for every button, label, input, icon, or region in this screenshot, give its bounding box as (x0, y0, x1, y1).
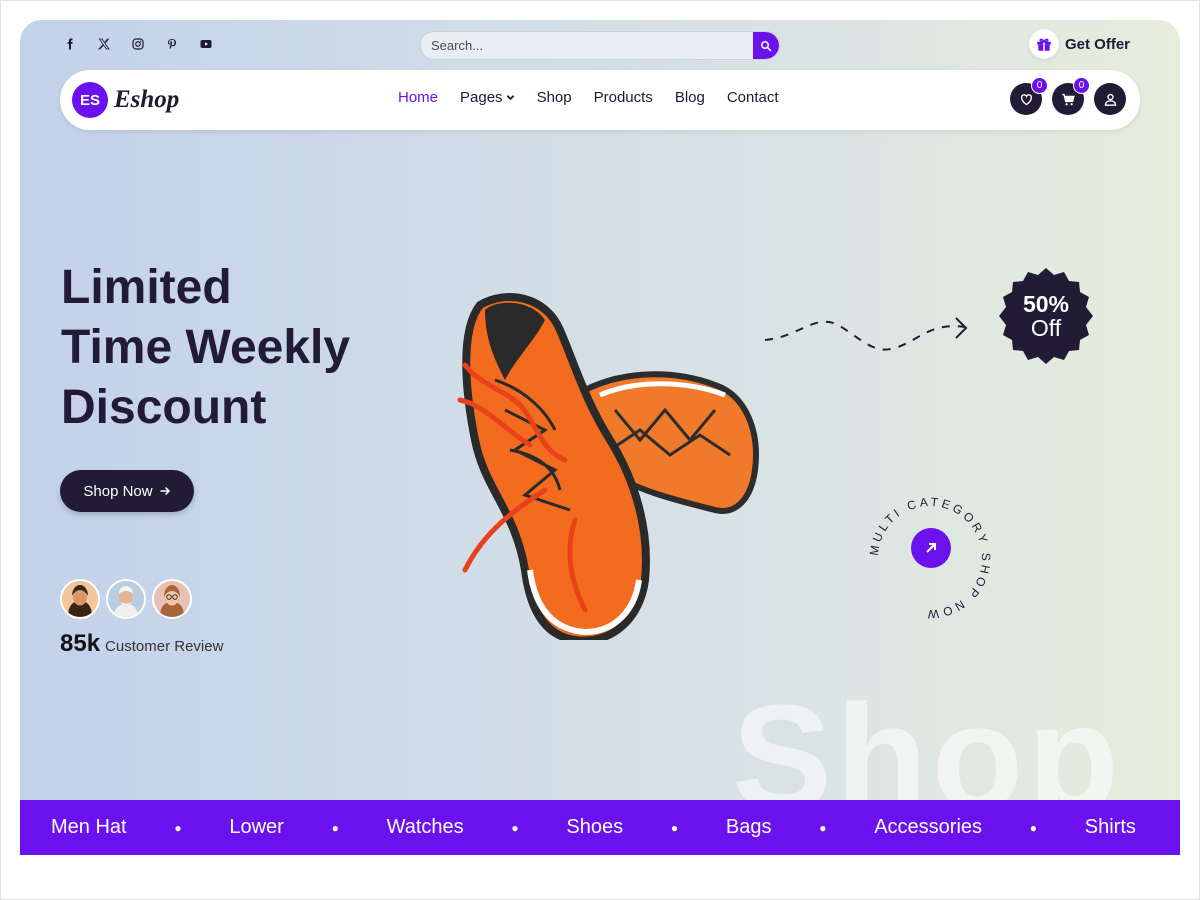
instagram-icon[interactable] (132, 38, 144, 50)
multi-category-button[interactable] (911, 528, 951, 568)
customer-reviews: 85k Customer Review (60, 630, 223, 658)
nav-shop[interactable]: Shop (537, 89, 572, 106)
separator-dot: ● (819, 820, 827, 835)
sale-text: 50% Off (996, 292, 1096, 340)
search-input[interactable] (421, 32, 731, 59)
review-count: 85k (60, 630, 101, 657)
category-item[interactable]: Bags (726, 816, 772, 839)
nav-menu: Home Pages Shop Products Blog Contact (398, 89, 779, 106)
user-icon (1104, 93, 1116, 106)
wishlist-button[interactable]: 0 (1010, 77, 1048, 115)
hero-title-line2: Time Weekly (61, 321, 351, 374)
arrow-right-icon (160, 486, 170, 496)
dashed-arrow (764, 317, 968, 351)
get-offer-label: Get Offer (1065, 35, 1131, 53)
logo-name: Eshop (114, 86, 180, 113)
category-item[interactable]: Watches (387, 816, 464, 839)
separator-dot: ● (511, 820, 519, 835)
hero-title-line3: Discount (61, 381, 267, 434)
category-ticker: Men Hat ● Lower ● Watches ● Shoes ● Bags… (20, 800, 1180, 855)
logo[interactable]: ES Eshop (72, 82, 179, 118)
heart-icon (1020, 93, 1032, 105)
arrow-up-right-icon (926, 543, 936, 553)
facebook-icon[interactable] (64, 38, 76, 50)
nav-actions: 0 0 (1010, 77, 1126, 115)
category-item[interactable]: Shoes (566, 816, 623, 839)
category-item[interactable]: Men Hat (51, 816, 127, 839)
sale-off: Off (1030, 315, 1062, 341)
category-item[interactable]: Shirts (1085, 816, 1136, 839)
search-icon (761, 40, 772, 51)
hero-frame: Get Offer ES Eshop Home Pages Shop Produ… (20, 20, 1180, 855)
customer-avatars (60, 579, 192, 619)
separator-dot: ● (670, 820, 679, 835)
search-bar (420, 31, 780, 60)
hero-title: Limited Time Weekly Discount (61, 258, 421, 438)
pinterest-icon[interactable] (166, 38, 178, 50)
social-links (64, 38, 212, 50)
review-label: Customer Review (105, 638, 224, 655)
nav-pages-label: Pages (460, 89, 503, 106)
search-button[interactable] (753, 32, 779, 59)
shop-now-label: Shop Now (83, 482, 153, 500)
nav-blog[interactable]: Blog (675, 89, 705, 106)
nav-home[interactable]: Home (398, 89, 438, 106)
nav-contact[interactable]: Contact (727, 89, 779, 106)
nav-products[interactable]: Products (594, 89, 653, 106)
avatar (106, 579, 146, 619)
x-icon[interactable] (98, 38, 110, 50)
cart-button[interactable]: 0 (1052, 77, 1090, 115)
sneakers-image (457, 293, 759, 640)
separator-dot: ● (174, 820, 182, 835)
sale-percent: 50% (1022, 291, 1070, 317)
wishlist-count-badge: 0 (1031, 77, 1048, 94)
cart-count-badge: 0 (1073, 77, 1090, 94)
category-item[interactable]: Accessories (874, 816, 982, 839)
nav-pages[interactable]: Pages (460, 89, 515, 106)
category-item[interactable]: Lower (229, 816, 283, 839)
youtube-icon[interactable] (200, 38, 212, 50)
separator-dot: ● (331, 820, 339, 835)
shop-now-button[interactable]: Shop Now (60, 470, 194, 512)
avatar (152, 579, 192, 619)
gift-icon (1029, 29, 1059, 59)
main-navbar: ES Eshop Home Pages Shop Products Blog C… (60, 70, 1140, 130)
logo-mark: ES (72, 82, 108, 118)
hero-title-line1: Limited (61, 261, 232, 314)
avatar (60, 579, 100, 619)
chevron-down-icon (506, 95, 514, 101)
get-offer-link[interactable]: Get Offer (1029, 29, 1130, 59)
cart-icon (1061, 93, 1075, 105)
separator-dot: ● (1029, 820, 1038, 835)
account-button[interactable] (1094, 83, 1126, 115)
